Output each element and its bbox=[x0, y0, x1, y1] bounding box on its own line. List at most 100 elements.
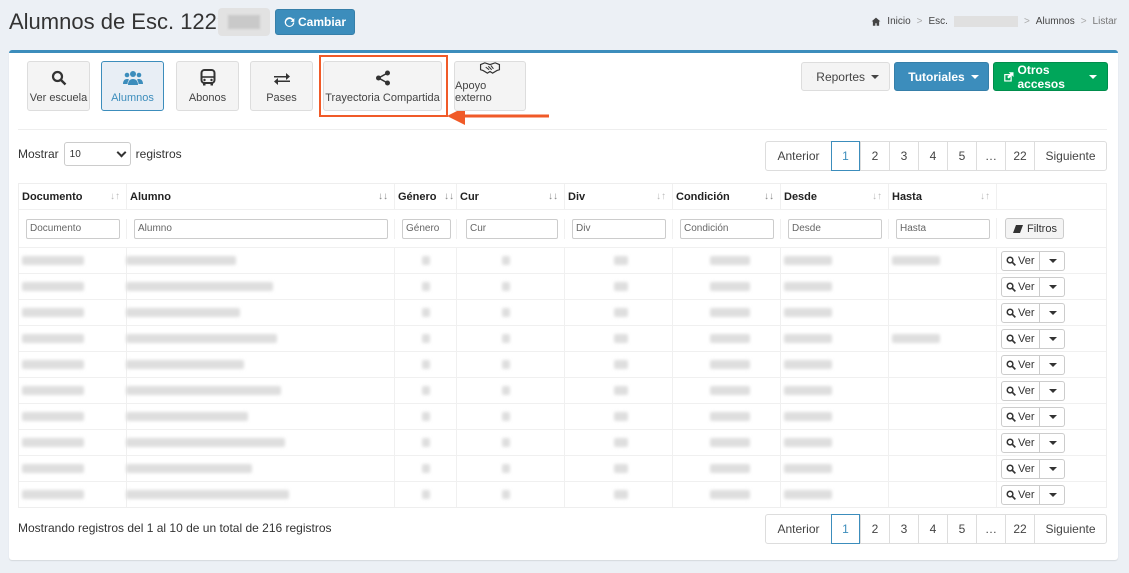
column-header-hasta[interactable]: Hasta ↓↑ bbox=[888, 184, 996, 209]
pagination-page[interactable]: 4 bbox=[918, 142, 947, 170]
row-actions: Ver bbox=[996, 248, 1106, 273]
pagination-page[interactable]: 5 bbox=[947, 515, 976, 543]
pagination-page[interactable]: 3 bbox=[889, 142, 918, 170]
ver-dropdown-toggle[interactable] bbox=[1039, 328, 1065, 349]
ver-button[interactable]: Ver bbox=[1001, 328, 1040, 349]
filter-cur[interactable]: Cur bbox=[466, 218, 558, 239]
column-header-div[interactable]: Div ↓↑ bbox=[564, 184, 672, 209]
ver-escuela-button[interactable]: Ver escuela bbox=[27, 61, 90, 111]
filtros-label: Filtros bbox=[1027, 222, 1057, 235]
table-cell-redacted bbox=[780, 378, 888, 403]
length-select[interactable]: 10 bbox=[63, 142, 131, 166]
pagination-page[interactable]: 22 bbox=[1005, 515, 1034, 543]
otros-accesos-button[interactable]: Otros accesos bbox=[993, 62, 1108, 91]
ver-dropdown-toggle[interactable] bbox=[1039, 380, 1065, 401]
apoyo-externo-button[interactable]: Apoyo externo bbox=[454, 61, 526, 111]
ver-dropdown-toggle[interactable] bbox=[1039, 406, 1065, 427]
ver-button[interactable]: Ver bbox=[1001, 250, 1040, 271]
ver-escuela-label: Ver escuela bbox=[29, 92, 88, 104]
pagination-page[interactable]: 2 bbox=[860, 515, 889, 543]
ver-label: Ver bbox=[1018, 410, 1035, 423]
pagination-prev[interactable]: Anterior bbox=[766, 142, 831, 170]
column-header-desde[interactable]: Desde ↓↑ bbox=[780, 184, 888, 209]
caret-down-icon bbox=[1048, 440, 1057, 445]
filter-condicion[interactable]: Condición bbox=[680, 218, 774, 239]
column-header-condicion[interactable]: Condición ↓↓ bbox=[672, 184, 780, 209]
table-row: Ver bbox=[19, 299, 1106, 325]
reportes-button[interactable]: Reportes bbox=[801, 62, 890, 91]
filter-hasta[interactable]: Hasta bbox=[896, 218, 990, 239]
filter-documento[interactable]: Documento bbox=[26, 218, 120, 239]
ver-button[interactable]: Ver bbox=[1001, 484, 1040, 505]
filtros-button[interactable]: Filtros bbox=[1005, 218, 1064, 239]
pagination-page[interactable]: 1 bbox=[831, 141, 860, 171]
caret-down-icon bbox=[970, 74, 979, 79]
ver-dropdown-toggle[interactable] bbox=[1039, 432, 1065, 453]
ver-dropdown-toggle[interactable] bbox=[1039, 458, 1065, 479]
ver-label: Ver bbox=[1018, 254, 1035, 267]
search-icon bbox=[1006, 256, 1016, 266]
table-cell-redacted bbox=[19, 482, 126, 507]
table-cell-redacted bbox=[888, 352, 996, 377]
ver-button[interactable]: Ver bbox=[1001, 276, 1040, 297]
caret-down-icon bbox=[871, 74, 879, 79]
breadcrumb-esc[interactable]: Esc. bbox=[929, 16, 948, 27]
table-filter-row: Documento Alumno Género Cur Div Condició… bbox=[19, 209, 1106, 247]
ver-dropdown-toggle[interactable] bbox=[1039, 302, 1065, 323]
table-cell-redacted bbox=[564, 248, 672, 273]
table-cell-redacted bbox=[456, 326, 564, 351]
filter-div[interactable]: Div bbox=[572, 218, 666, 239]
pagination-page[interactable]: 4 bbox=[918, 515, 947, 543]
ver-button[interactable]: Ver bbox=[1001, 354, 1040, 375]
column-header-alumno[interactable]: Alumno ↓↓ bbox=[126, 184, 394, 209]
bus-icon bbox=[200, 69, 215, 86]
ver-label: Ver bbox=[1018, 384, 1035, 397]
search-icon bbox=[1006, 412, 1016, 422]
pagination-page[interactable]: 2 bbox=[860, 142, 889, 170]
table-cell-redacted bbox=[126, 326, 394, 351]
table-cell-redacted bbox=[19, 378, 126, 403]
filter-alumno[interactable]: Alumno bbox=[134, 218, 388, 239]
row-actions: Ver bbox=[996, 300, 1106, 325]
breadcrumb-inicio[interactable]: Inicio bbox=[887, 16, 910, 27]
search-icon bbox=[1006, 386, 1016, 396]
ver-button[interactable]: Ver bbox=[1001, 458, 1040, 479]
column-header-documento[interactable]: Documento ↓↑ bbox=[19, 184, 126, 209]
pagination-next[interactable]: Siguiente bbox=[1034, 142, 1106, 170]
pagination-page[interactable]: 3 bbox=[889, 515, 918, 543]
table-cell-redacted bbox=[19, 274, 126, 299]
ver-dropdown-toggle[interactable] bbox=[1039, 354, 1065, 375]
reportes-label: Reportes bbox=[816, 69, 865, 84]
ver-label: Ver bbox=[1018, 436, 1035, 449]
tutoriales-button[interactable]: Tutoriales bbox=[894, 62, 989, 91]
ver-button[interactable]: Ver bbox=[1001, 302, 1040, 323]
ver-button[interactable]: Ver bbox=[1001, 406, 1040, 427]
pagination-page[interactable]: 22 bbox=[1005, 142, 1034, 170]
ver-dropdown-toggle[interactable] bbox=[1039, 484, 1065, 505]
exchange-icon bbox=[273, 73, 290, 85]
ver-label: Ver bbox=[1018, 280, 1035, 293]
ver-button[interactable]: Ver bbox=[1001, 380, 1040, 401]
ver-label: Ver bbox=[1018, 332, 1035, 345]
column-header-genero[interactable]: Género ↓↓ bbox=[394, 184, 456, 209]
pagination-prev[interactable]: Anterior bbox=[766, 515, 831, 543]
filter-desde[interactable]: Desde bbox=[788, 218, 882, 239]
caret-down-icon bbox=[1048, 362, 1057, 367]
pagination-ellipsis: … bbox=[976, 142, 1005, 170]
pagination-next[interactable]: Siguiente bbox=[1034, 515, 1106, 543]
search-icon bbox=[1006, 490, 1016, 500]
breadcrumb-alumnos[interactable]: Alumnos bbox=[1036, 16, 1075, 27]
pases-button[interactable]: Pases bbox=[250, 61, 313, 111]
ver-dropdown-toggle[interactable] bbox=[1039, 276, 1065, 297]
table-cell-redacted bbox=[394, 248, 456, 273]
pagination-page[interactable]: 5 bbox=[947, 142, 976, 170]
ver-button[interactable]: Ver bbox=[1001, 432, 1040, 453]
cambiar-button[interactable]: Cambiar bbox=[275, 9, 356, 35]
filter-genero[interactable]: Género bbox=[402, 218, 451, 239]
ver-dropdown-toggle[interactable] bbox=[1039, 250, 1065, 271]
column-header-cur[interactable]: Cur ↓↓ bbox=[456, 184, 564, 209]
abonos-button[interactable]: Abonos bbox=[176, 61, 239, 111]
alumnos-button[interactable]: Alumnos bbox=[101, 61, 164, 111]
pagination-page[interactable]: 1 bbox=[831, 514, 860, 544]
table-cell-redacted bbox=[672, 456, 780, 481]
